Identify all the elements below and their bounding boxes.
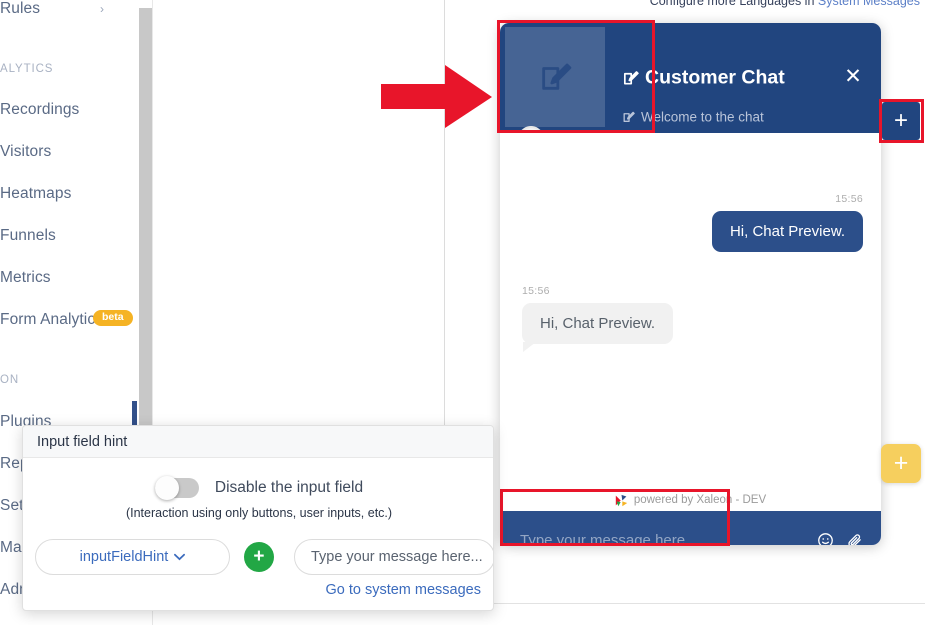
message-bubble: Hi, Chat Preview. — [711, 211, 863, 252]
disable-input-toggle-row: Disable the input field — [23, 476, 493, 500]
dialog-controls-row: inputFieldHint + Type your message here.… — [23, 531, 493, 583]
annotation-arrow — [381, 65, 492, 128]
annotation-box-plus-dark — [879, 99, 924, 143]
chevron-down-icon — [174, 553, 186, 561]
sidebar-section-configuration: ON — [0, 374, 20, 386]
configure-languages-note: Configure more Languages in System Messa… — [620, 0, 920, 12]
message-bubble: Hi, Chat Preview. — [522, 303, 674, 352]
beta-badge: beta — [93, 310, 133, 326]
toggle-knob — [154, 476, 179, 500]
hint-key-select-value: inputFieldHint — [79, 549, 169, 565]
disable-input-toggle-label: Disable the input field — [214, 479, 364, 496]
system-messages-link[interactable]: System Messages — [818, 0, 920, 8]
hint-key-select[interactable]: inputFieldHint — [35, 539, 230, 575]
message-outgoing: 15:56 Hi, Chat Preview. — [711, 193, 863, 252]
attachment-icon[interactable] — [846, 532, 863, 546]
sidebar-item-heatmaps[interactable]: Heatmaps — [0, 185, 71, 203]
input-field-hint-dialog: Input field hint Disable the input field… — [22, 425, 494, 611]
sidebar-item-funnels[interactable]: Funnels — [0, 227, 56, 245]
configure-languages-text: Configure more Languages in — [649, 0, 818, 8]
annotation-box-logo — [497, 20, 655, 133]
sidebar-item-rules[interactable]: Rules — [0, 0, 40, 18]
annotation-box-chat-input — [500, 489, 730, 546]
dialog-title: Input field hint — [37, 433, 128, 450]
dialog-hint-text: (Interaction using only buttons, user in… — [125, 506, 393, 520]
disable-input-toggle[interactable] — [154, 476, 199, 500]
chat-widget-title-text: Customer Chat — [645, 66, 785, 89]
message-timestamp: 15:56 — [522, 285, 550, 297]
close-icon[interactable]: ✕ — [841, 65, 865, 89]
chat-widget-subtitle-text: Welcome to the chat — [641, 109, 764, 125]
add-element-button[interactable]: + — [881, 444, 921, 483]
sidebar-item-form-analytics[interactable]: Form Analytics — [0, 311, 103, 329]
sidebar-section-analytics: ALYTICS — [0, 63, 54, 75]
sidebar-scrollbar-thumb[interactable] — [139, 8, 152, 428]
go-to-system-messages-link[interactable]: Go to system messages — [325, 582, 481, 598]
message-incoming: 15:56 Hi, Chat Preview. — [522, 285, 674, 352]
dialog-header: Input field hint — [23, 426, 493, 458]
sidebar-item-recordings[interactable]: Recordings — [0, 101, 79, 119]
sidebar-active-indicator — [132, 401, 137, 425]
chat-message-list: 15:56 Hi, Chat Preview. 15:56 Hi, Chat P… — [500, 133, 881, 488]
chevron-right-icon: › — [100, 2, 104, 16]
sidebar-item-metrics[interactable]: Metrics — [0, 269, 51, 287]
sidebar-item-visitors[interactable]: Visitors — [0, 143, 51, 161]
sidebar-item-settings[interactable]: Set — [0, 497, 24, 515]
hint-text-input[interactable]: Type your message here... — [293, 539, 493, 575]
screen: Rules › ALYTICS Recordings Visitors Heat… — [0, 0, 925, 625]
message-timestamp: 15:56 — [835, 193, 863, 205]
chat-input-actions — [817, 532, 863, 546]
emoji-icon[interactable] — [817, 532, 834, 546]
add-hint-button[interactable]: + — [243, 542, 274, 572]
